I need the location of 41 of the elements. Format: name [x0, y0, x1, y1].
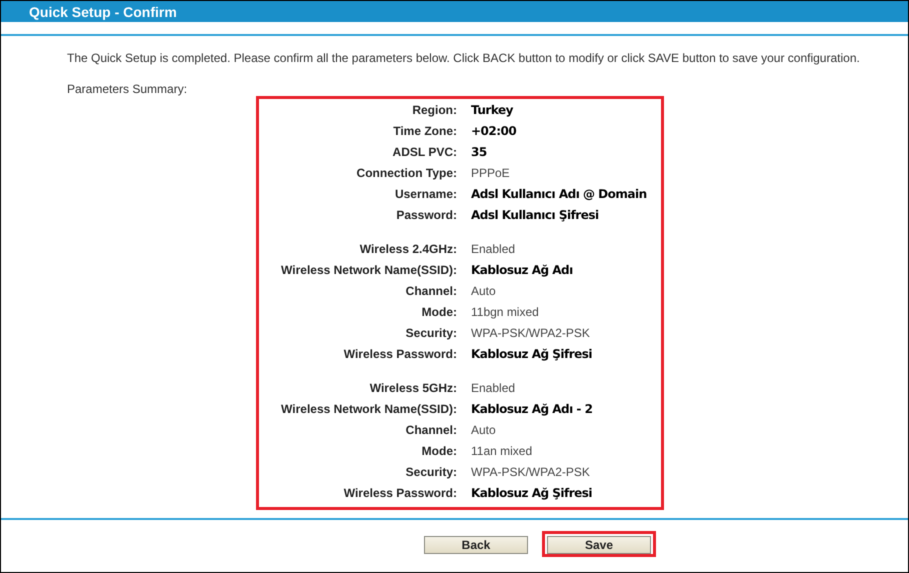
parameter-value: Turkey — [470, 102, 514, 119]
parameter-label: Username: — [394, 186, 457, 203]
parameter-value: Enabled — [470, 380, 516, 397]
parameter-value: 35 — [470, 144, 488, 161]
parameter-label: Wireless Password: — [342, 346, 457, 363]
parameter-value: +02:00 — [470, 123, 518, 140]
parameter-value: Kablosuz Ağ Şifresi — [470, 485, 594, 502]
action-button[interactable]: Save — [547, 536, 651, 554]
parameter-label: Connection Type: — [356, 165, 457, 182]
parameter-value: Kablosuz Ağ Adı — [470, 262, 574, 279]
parameter-value: Adsl Kullanıcı Şifresi — [470, 207, 600, 224]
parameter-value: PPPoE — [470, 165, 511, 182]
parameter-value: WPA-PSK/WPA2-PSK — [470, 325, 591, 342]
parameter-value: 11bgn mixed — [470, 304, 540, 321]
parameter-label: Wireless Network Name(SSID): — [280, 401, 457, 418]
parameter-label: Channel: — [404, 422, 457, 439]
parameter-label: Wireless 2.4GHz: — [358, 241, 457, 258]
window-title: Quick Setup - Confirm — [1, 1, 908, 22]
parameter-label: Channel: — [404, 283, 457, 300]
parameter-label: ADSL PVC: — [392, 144, 457, 161]
parameter-value: Auto — [470, 283, 497, 300]
parameter-label: Password: — [395, 207, 457, 224]
summary-heading: Parameters Summary: — [67, 82, 188, 96]
parameter-label: Wireless Password: — [342, 485, 457, 502]
parameter-value: 11an mixed — [470, 443, 534, 460]
parameter-value: Kablosuz Ağ Şifresi — [470, 346, 594, 363]
parameter-label: Region: — [411, 102, 457, 119]
action-button[interactable]: Back — [424, 536, 528, 554]
parameter-value: Kablosuz Ağ Adı - 2 — [470, 401, 594, 418]
parameter-label: Wireless Network Name(SSID): — [280, 262, 457, 279]
intro-text: The Quick Setup is completed. Please confirm all the parameters below. Click BACK button to modify or click SAVE button to save your configuration. — [67, 51, 861, 65]
parameter-value: WPA-PSK/WPA2-PSK — [470, 464, 591, 481]
parameter-value: Enabled — [470, 241, 516, 258]
parameter-value: Auto — [470, 422, 497, 439]
parameter-label: Time Zone: — [392, 123, 457, 140]
parameter-label: Mode: — [420, 304, 457, 321]
parameter-label: Security: — [404, 464, 457, 481]
parameter-label: Mode: — [420, 443, 457, 460]
parameter-label: Security: — [404, 325, 457, 342]
parameter-label: Wireless 5GHz: — [368, 380, 457, 397]
parameter-value: Adsl Kullanıcı Adı @ Domain — [470, 186, 648, 203]
